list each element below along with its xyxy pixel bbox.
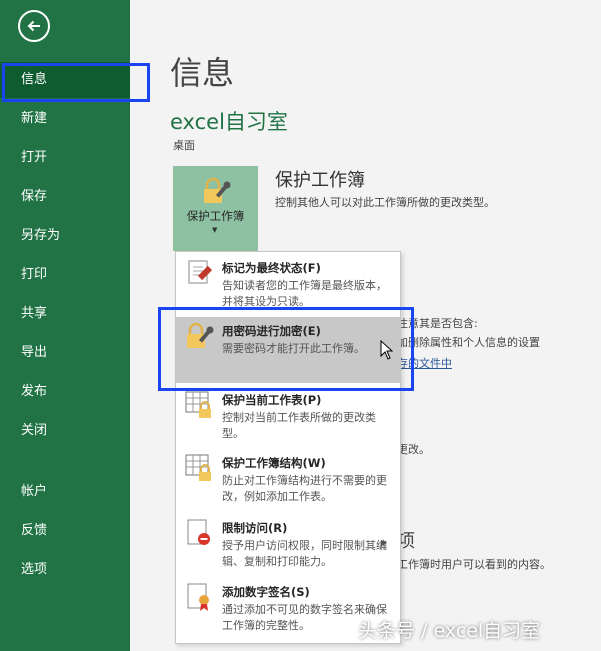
menu-item-protect-structure[interactable]: 保护工作簿结构(W) 防止对工作簿结构进行不需要的更改，例如添加工作表。 xyxy=(176,449,400,511)
sidebar-item-publish[interactable]: 发布 xyxy=(0,374,130,410)
protect-workbook-label: 保护工作簿 xyxy=(186,209,245,223)
lock-key-icon xyxy=(201,176,231,210)
protect-section-description: 控制其他人可以对此工作簿所做的更改类型。 xyxy=(275,196,495,209)
digital-signature-icon xyxy=(184,582,214,612)
highlight-box-encrypt xyxy=(158,307,414,391)
workbook-name: excel自习室 xyxy=(170,110,288,134)
menu-item-title: 保护工作簿结构(W) xyxy=(222,456,326,470)
sidebar-item-save-as[interactable]: 另存为 xyxy=(0,218,130,254)
protect-structure-icon xyxy=(184,453,214,483)
sidebar-item-feedback[interactable]: 反馈 xyxy=(0,513,130,549)
menu-item-title: 标记为最终状态(F) xyxy=(222,261,321,275)
menu-item-desc: 授予用户访问权限，同时限制其编辑、复制和打印能力。 xyxy=(222,539,387,568)
menu-item-mark-final[interactable]: 标记为最终状态(F) 告知读者您的工作簿是最终版本，并将其设为只读。 xyxy=(176,254,400,314)
sidebar-item-new[interactable]: 新建 xyxy=(0,101,130,137)
sidebar-item-account[interactable]: 帐户 xyxy=(0,474,130,510)
restrict-access-icon xyxy=(184,518,214,548)
sidebar-item-save[interactable]: 保存 xyxy=(0,179,130,215)
chevron-right-icon: ▶ xyxy=(381,538,388,547)
mark-final-icon xyxy=(184,258,214,288)
menu-item-title: 保护当前工作表(P) xyxy=(222,393,322,407)
back-arrow-icon[interactable] xyxy=(18,10,50,42)
menu-item-desc: 控制对当前工作表所做的更改类型。 xyxy=(222,411,376,440)
highlight-box-info xyxy=(2,63,150,102)
menu-item-desc: 防止对工作簿结构进行不需要的更改，例如添加工作表。 xyxy=(222,474,387,503)
menu-item-protect-sheet[interactable]: 保护当前工作表(P) 控制对当前工作表所做的更改类型。 xyxy=(176,386,400,446)
inspect-detail: 加删除属性和个人信息的设置 xyxy=(397,336,540,349)
watermark: 头条号 / excel自习室 xyxy=(358,620,541,642)
protect-section-heading: 保护工作簿 xyxy=(275,170,365,191)
protect-workbook-button[interactable]: 保护工作簿 ▼ xyxy=(173,166,258,251)
workbook-location: 桌面 xyxy=(173,139,195,152)
sidebar-item-print[interactable]: 打印 xyxy=(0,257,130,293)
menu-item-title: 限制访问(R) xyxy=(222,521,288,535)
browser-view-desc: 工作簿时用户可以看到的内容。 xyxy=(397,558,551,571)
sidebar-item-open[interactable]: 打开 xyxy=(0,140,130,176)
protect-sheet-icon xyxy=(184,390,214,420)
menu-item-title: 添加数字签名(S) xyxy=(222,585,310,599)
menu-item-desc: 告知读者您的工作簿是最终版本，并将其设为只读。 xyxy=(222,279,387,308)
versions-tail: 更改。 xyxy=(397,443,430,456)
page-title: 信息 xyxy=(170,54,235,92)
chevron-down-icon: ▼ xyxy=(212,226,218,234)
sidebar-item-export[interactable]: 导出 xyxy=(0,335,130,371)
mouse-cursor-icon xyxy=(380,339,394,364)
sidebar-item-close[interactable]: 关闭 xyxy=(0,413,130,449)
sidebar-item-share[interactable]: 共享 xyxy=(0,296,130,332)
sidebar-item-options[interactable]: 选项 xyxy=(0,552,130,588)
menu-item-restrict-access[interactable]: 限制访问(R) 授予用户访问权限，同时限制其编辑、复制和打印能力。 ▶ xyxy=(176,514,400,576)
